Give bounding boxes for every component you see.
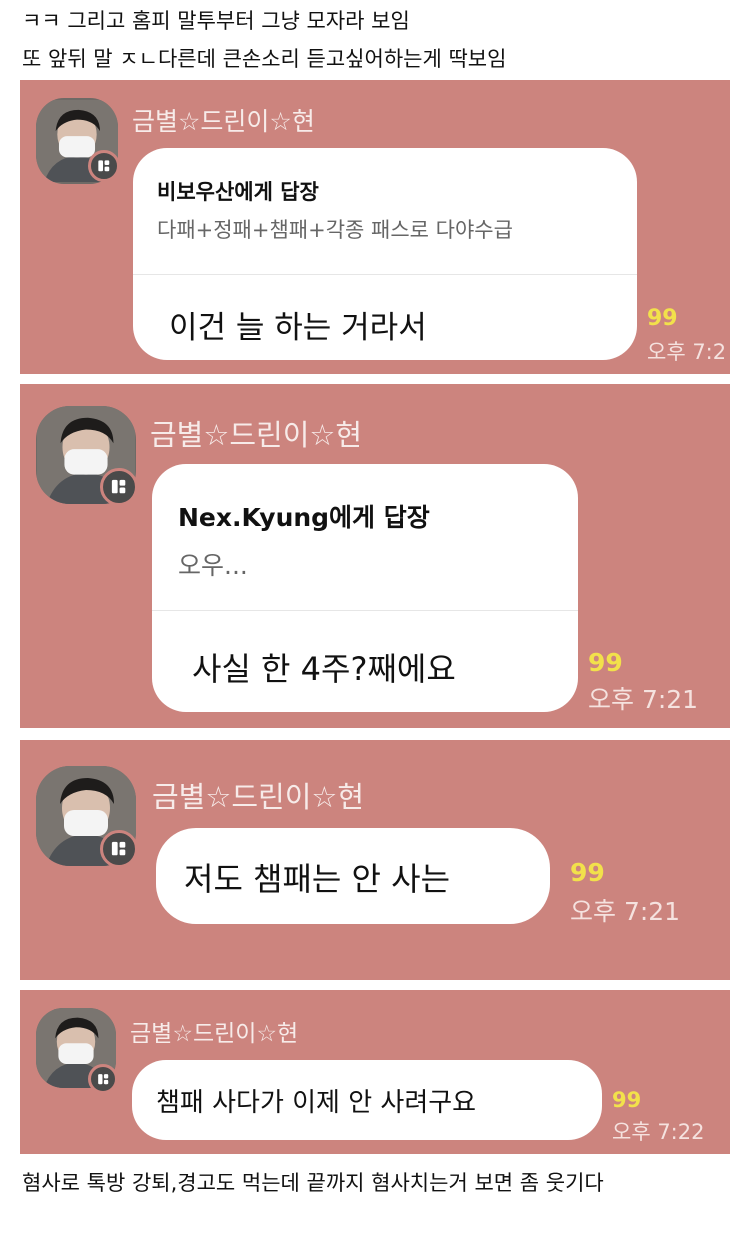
multi-profile-badge (100, 468, 138, 506)
sender-name: 금별☆드린이☆현 (130, 1021, 299, 1047)
message-time: 오후 7:21 (570, 897, 681, 926)
reply-divider (152, 610, 578, 611)
multi-profile-badge (88, 1064, 118, 1094)
unread-count: 99 (647, 306, 678, 331)
quoted-message: 다패+정패+챔패+각종 패스로 다야수급 (157, 218, 513, 242)
caption-line-3: 혐사로 톡방 강퇴,경고도 먹는데 끝까지 혐사치는거 보면 좀 웃기다 (22, 1171, 604, 1195)
message-time: 오후 7:21 (588, 685, 699, 714)
reply-target: Nex.Kyung에게 답장 (178, 503, 430, 532)
message-text: 사실 한 4주?째에요 (192, 650, 456, 688)
caption-line-1: ㅋㅋ 그리고 홈피 말투부터 그냥 모자라 보임 (22, 9, 410, 33)
reply-bubble[interactable]: 비보우산에게 답장 다패+정패+챔패+각종 패스로 다야수급 이건 늘 하는 거… (133, 148, 637, 360)
message-time: 오후 7:22 (612, 1120, 705, 1144)
unread-count: 99 (570, 858, 605, 887)
chat-screenshot-4: 금별☆드린이☆현 챔패 사다가 이제 안 사려구요 99 오후 7:22 (20, 990, 730, 1154)
quoted-message: 오우... (178, 551, 248, 580)
multi-profile-icon (112, 480, 126, 494)
sender-name: 금별☆드린이☆현 (132, 107, 315, 136)
sender-name: 금별☆드린이☆현 (152, 780, 365, 814)
sender-name: 금별☆드린이☆현 (150, 418, 363, 452)
reply-divider (133, 274, 637, 275)
message-text: 이건 늘 하는 거라서 (169, 310, 427, 346)
unread-count: 99 (612, 1088, 642, 1112)
reply-target: 비보우산에게 답장 (157, 180, 319, 204)
unread-count: 99 (588, 648, 623, 677)
reply-bubble[interactable]: Nex.Kyung에게 답장 오우... 사실 한 4주?째에요 (152, 464, 578, 712)
chat-screenshot-1: 금별☆드린이☆현 비보우산에게 답장 다패+정패+챔패+각종 패스로 다야수급 … (20, 80, 730, 374)
multi-profile-icon (112, 842, 126, 856)
multi-profile-badge (100, 830, 138, 868)
message-text: 챔패 사다가 이제 안 사려구요 (156, 1088, 477, 1118)
multi-profile-icon (98, 160, 110, 172)
message-time: 오후 7:2 (647, 340, 727, 364)
multi-profile-icon (97, 1073, 109, 1085)
message-text: 저도 챔패는 안 사는 (184, 860, 451, 898)
caption-line-2: 또 앞뒤 말 ㅈㄴ다른데 큰손소리 듣고싶어하는게 딱보임 (22, 47, 507, 71)
chat-screenshot-3: 금별☆드린이☆현 저도 챔패는 안 사는 99 오후 7:21 (20, 740, 730, 980)
multi-profile-badge (88, 150, 120, 182)
message-bubble[interactable]: 챔패 사다가 이제 안 사려구요 (132, 1060, 602, 1140)
message-bubble[interactable]: 저도 챔패는 안 사는 (156, 828, 550, 924)
chat-screenshot-2: 금별☆드린이☆현 Nex.Kyung에게 답장 오우... 사실 한 4주?째에… (20, 384, 730, 728)
